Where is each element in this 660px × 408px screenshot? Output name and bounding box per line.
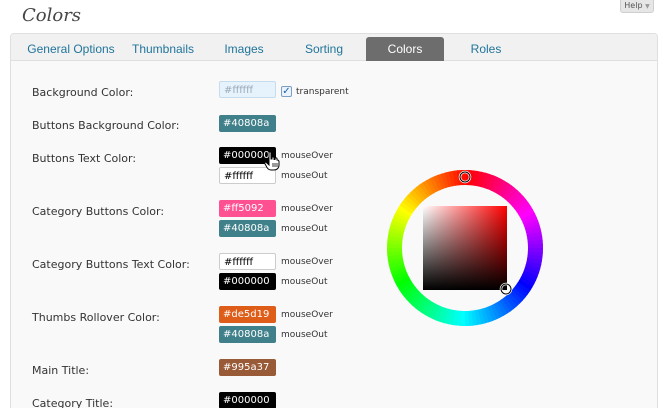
dropdown-arrow-icon: ▼ — [645, 3, 650, 10]
mouseout-label: mouseOut — [281, 224, 328, 234]
mouseover-label: mouseOver — [281, 257, 333, 267]
category-buttons-color-label: Category Buttons Color: — [32, 205, 165, 218]
color-wheel-icon[interactable] — [386, 169, 544, 327]
help-label: Help — [624, 1, 643, 10]
category-title-color-input[interactable]: #000000 — [219, 392, 276, 408]
category-title-label: Category Title: — [32, 397, 114, 408]
mouseout-label: mouseOut — [281, 330, 328, 340]
category-buttons-text-color-label: Category Buttons Text Color: — [32, 258, 190, 271]
transparent-checkbox[interactable]: ✓ — [281, 86, 292, 97]
thumbs-rollover-color-label: Thumbs Rollover Color: — [32, 311, 160, 324]
category-buttons-color-over-input[interactable]: #ff5092 — [219, 200, 276, 217]
thumbs-rollover-color-out-input[interactable]: #40808a — [219, 326, 276, 343]
main-title-label: Main Title: — [32, 364, 90, 377]
mouseout-label: mouseOut — [281, 171, 328, 181]
tab-bar: General Options Thumbnails Images Sortin… — [11, 34, 657, 61]
transparent-label: transparent — [296, 87, 349, 97]
mouseover-label: mouseOver — [281, 204, 333, 214]
page-title: Colors — [22, 5, 82, 26]
tab-sorting[interactable]: Sorting — [294, 37, 354, 61]
background-color-input[interactable]: #ffffff — [219, 81, 276, 98]
hand-pointer-icon — [264, 151, 280, 171]
main-title-color-input[interactable]: #995a37 — [219, 359, 276, 376]
buttons-text-color-label: Buttons Text Color: — [32, 152, 137, 165]
tab-images[interactable]: Images — [214, 37, 274, 61]
buttons-background-color-input[interactable]: #40808a — [219, 115, 276, 132]
tab-general-options[interactable]: General Options — [23, 37, 119, 61]
category-buttons-text-color-over-input[interactable]: #ffffff — [219, 253, 276, 270]
category-buttons-text-color-out-input[interactable]: #000000 — [219, 273, 276, 290]
mouseover-label: mouseOver — [281, 310, 333, 320]
background-color-label: Background Color: — [32, 86, 134, 99]
thumbs-rollover-color-over-input[interactable]: #de5d19 — [219, 306, 276, 323]
tab-roles[interactable]: Roles — [456, 37, 516, 61]
category-buttons-color-out-input[interactable]: #40808a — [219, 220, 276, 237]
tab-thumbnails[interactable]: Thumbnails — [126, 37, 200, 61]
tab-colors[interactable]: Colors — [366, 37, 444, 61]
mouseout-label: mouseOut — [281, 277, 328, 287]
buttons-background-color-label: Buttons Background Color: — [32, 119, 180, 132]
help-button[interactable]: Help ▼ — [620, 0, 654, 13]
settings-panel: General Options Thumbnails Images Sortin… — [10, 33, 658, 408]
mouseover-label: mouseOver — [281, 151, 333, 161]
